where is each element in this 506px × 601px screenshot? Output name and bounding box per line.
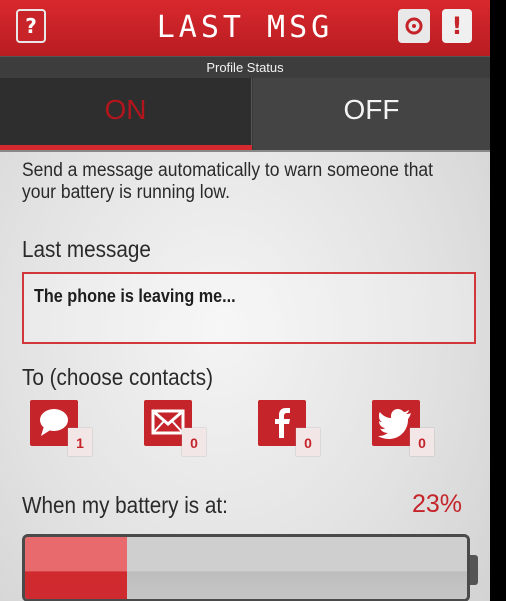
help-button[interactable]: ? (16, 9, 46, 43)
sms-count-badge: 1 (68, 428, 92, 456)
status-toggle: ON OFF (0, 78, 490, 150)
settings-button[interactable] (398, 9, 430, 43)
email-contacts-button[interactable]: 0 (138, 400, 208, 458)
battery-fill (25, 537, 127, 599)
toggle-off-label: OFF (343, 94, 400, 125)
toggle-on-button[interactable]: ON (0, 78, 252, 150)
last-message-label: Last message (22, 236, 151, 262)
twitter-count-badge: 0 (410, 428, 434, 456)
gear-icon (405, 17, 423, 35)
email-icon (151, 409, 185, 435)
battery-threshold-slider[interactable] (22, 534, 470, 601)
facebook-icon (275, 408, 290, 438)
app-screen: ? LAST MSG ! Profile Status ON OFF Send … (0, 0, 490, 601)
facebook-count-badge: 0 (296, 428, 320, 456)
email-count-badge: 0 (182, 428, 206, 456)
battery-tip (470, 555, 478, 585)
last-message-value: The phone is leaving me... (34, 286, 236, 306)
screen-edge (490, 0, 506, 601)
contacts-label: To (choose contacts) (22, 364, 213, 390)
twitter-contacts-button[interactable]: 0 (366, 400, 436, 458)
title-bar: ? LAST MSG ! (0, 0, 490, 56)
toggle-off-button[interactable]: OFF (253, 78, 490, 150)
alert-button[interactable]: ! (442, 9, 472, 43)
sms-contacts-button[interactable]: 1 (24, 400, 94, 458)
divider (0, 150, 490, 152)
battery-threshold-label: When my battery is at: (22, 492, 228, 518)
twitter-icon (378, 409, 411, 439)
toggle-on-label: ON (104, 94, 147, 125)
last-message-field[interactable]: The phone is leaving me... (22, 272, 476, 344)
description-text: Send a message automatically to warn som… (22, 160, 434, 203)
battery-percent: 23% (412, 490, 463, 518)
sms-icon (40, 409, 68, 436)
facebook-contacts-button[interactable]: 0 (252, 400, 322, 458)
app-title: LAST MSG (156, 10, 334, 45)
profile-status-header: Profile Status (0, 56, 490, 78)
